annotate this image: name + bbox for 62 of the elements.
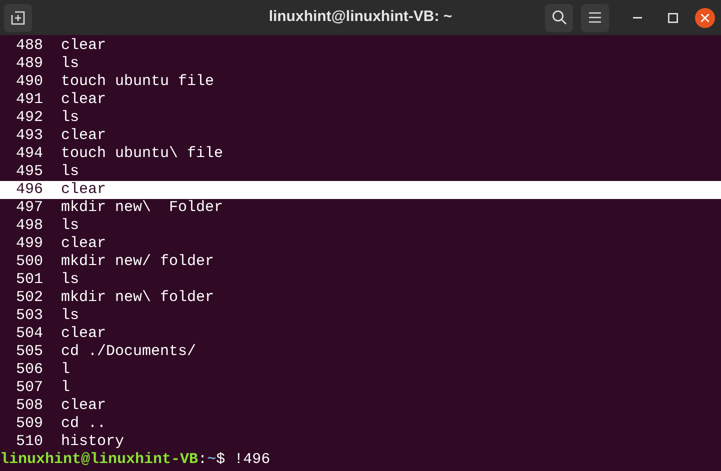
minimize-icon <box>632 16 642 18</box>
new-tab-button[interactable] <box>4 4 32 32</box>
prompt-user-host: linuxhint@linuxhint-VB <box>0 451 198 469</box>
command-text: clear <box>61 181 106 199</box>
line-number: 507 <box>15 379 44 397</box>
command-text: cd ./Documents/ <box>61 343 196 361</box>
command-text: ls <box>61 109 80 127</box>
search-button[interactable] <box>545 4 573 32</box>
command-text: mkdir new\ folder <box>61 289 214 307</box>
command-text: clear <box>61 325 106 343</box>
line-number: 500 <box>15 253 44 271</box>
line-number: 489 <box>15 55 44 73</box>
window-title: linuxhint@linuxhint-VB: ~ <box>268 7 452 28</box>
line-number: 495 <box>15 163 44 181</box>
line-number: 508 <box>15 397 44 415</box>
line-number: 502 <box>15 289 44 307</box>
line-number: 490 <box>15 73 44 91</box>
prompt-symbol: $ <box>216 451 226 469</box>
line-number: 496 <box>15 181 44 199</box>
command-text: mkdir new\ Folder <box>61 199 224 217</box>
close-icon <box>701 14 709 22</box>
command-text: clear <box>61 397 106 415</box>
line-number: 497 <box>15 199 44 217</box>
maximize-icon <box>668 12 678 22</box>
command-text: l <box>61 361 70 379</box>
command-text: clear <box>61 127 106 145</box>
command-text: ls <box>61 217 80 235</box>
line-number: 491 <box>15 91 44 109</box>
menu-button[interactable] <box>581 4 609 32</box>
line-number: 505 <box>15 343 44 361</box>
command-text: ls <box>61 163 80 181</box>
line-number: 492 <box>15 109 44 127</box>
prompt-path: ~ <box>207 451 216 469</box>
command-text: ls <box>61 271 80 289</box>
command-text: clear <box>61 91 106 109</box>
line-number: 494 <box>15 145 44 163</box>
command-text: ls <box>61 307 80 325</box>
line-number: 510 <box>15 433 44 451</box>
command-text: clear <box>61 235 106 253</box>
line-number: 488 <box>15 37 44 55</box>
typed-command: !496 <box>234 451 270 469</box>
line-number: 493 <box>15 127 44 145</box>
command-text: ls <box>61 55 80 73</box>
command-text: mkdir new/ folder <box>61 253 214 271</box>
command-text: cd .. <box>61 415 106 433</box>
line-number: 503 <box>15 307 44 325</box>
line-number: 504 <box>15 325 44 343</box>
line-number: 498 <box>15 217 44 235</box>
command-text: l <box>61 379 70 397</box>
menu-icon <box>589 12 601 23</box>
command-text: history <box>61 433 124 451</box>
command-text: touch ubuntu\ file <box>61 145 224 163</box>
line-number: 499 <box>15 235 44 253</box>
command-text: touch ubuntu file <box>61 73 214 91</box>
command-text: clear <box>61 37 106 55</box>
prompt-separator: : <box>198 451 208 469</box>
line-number: 506 <box>15 361 44 379</box>
search-icon <box>552 10 566 25</box>
line-number: 509 <box>15 415 44 433</box>
new-tab-icon <box>11 10 25 24</box>
close-button[interactable] <box>695 8 715 28</box>
line-number: 501 <box>15 271 44 289</box>
